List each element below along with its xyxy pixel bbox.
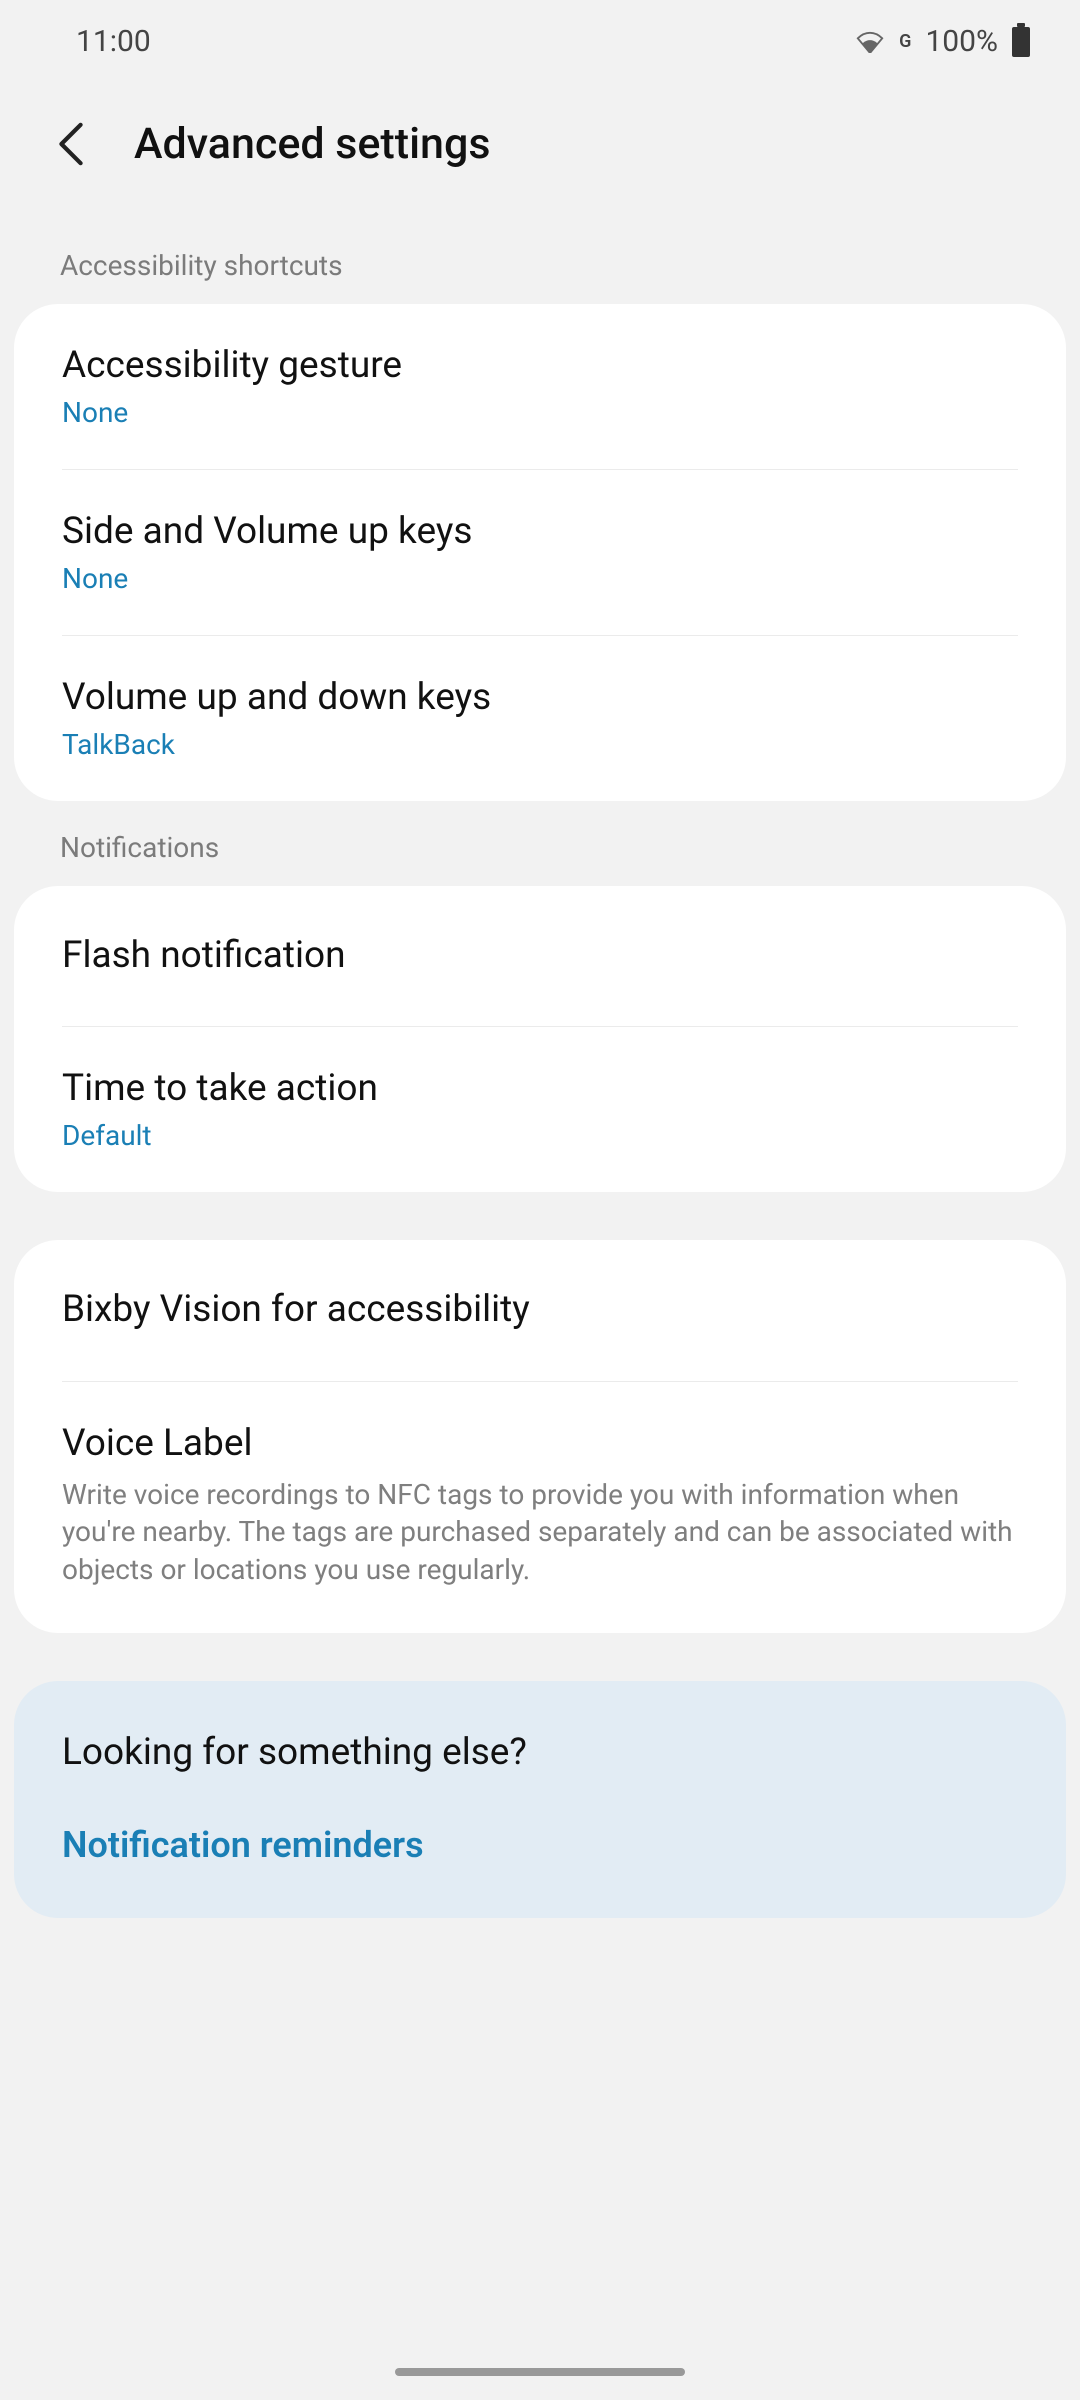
status-bar: 11:00 G 100%: [0, 0, 1080, 79]
item-time-to-take-action[interactable]: Time to take action Default: [14, 1027, 1066, 1192]
item-title: Voice Label: [62, 1420, 1018, 1468]
card-notifications: Flash notification Time to take action D…: [14, 886, 1066, 1192]
card-footer: Looking for something else? Notification…: [14, 1681, 1066, 1918]
item-accessibility-gesture[interactable]: Accessibility gesture None: [62, 304, 1018, 470]
status-right: G 100%: [855, 24, 1030, 59]
item-voice-label[interactable]: Voice Label Write voice recordings to NF…: [14, 1382, 1066, 1633]
footer-link-notification-reminders[interactable]: Notification reminders: [14, 1794, 1066, 1918]
network-label: G: [899, 31, 911, 52]
battery-icon: [1012, 27, 1030, 57]
battery-text: 100%: [925, 24, 998, 59]
back-icon[interactable]: [56, 120, 86, 168]
nav-gesture-pill[interactable]: [395, 2368, 685, 2376]
item-flash-notification[interactable]: Flash notification: [62, 886, 1018, 1027]
item-side-volume-keys[interactable]: Side and Volume up keys None: [62, 470, 1018, 636]
page-title: Advanced settings: [134, 119, 490, 169]
item-title: Side and Volume up keys: [62, 508, 1018, 556]
item-title: Time to take action: [62, 1065, 1018, 1113]
wifi-icon: [855, 31, 885, 53]
item-description: Write voice recordings to NFC tags to pr…: [62, 1476, 1018, 1589]
item-value: None: [62, 562, 1018, 595]
card-shortcuts: Accessibility gesture None Side and Volu…: [14, 304, 1066, 801]
app-bar: Advanced settings: [0, 79, 1080, 219]
item-title: Accessibility gesture: [62, 342, 1018, 390]
item-volume-up-down-keys[interactable]: Volume up and down keys TalkBack: [14, 636, 1066, 801]
item-title: Flash notification: [62, 932, 1018, 980]
section-header-shortcuts: Accessibility shortcuts: [0, 219, 1080, 304]
status-time: 11:00: [76, 24, 151, 59]
card-other: Bixby Vision for accessibility Voice Lab…: [14, 1240, 1066, 1633]
item-value: Default: [62, 1119, 1018, 1152]
item-title: Volume up and down keys: [62, 674, 1018, 722]
footer-title: Looking for something else?: [14, 1681, 1066, 1794]
item-bixby-vision[interactable]: Bixby Vision for accessibility: [62, 1240, 1018, 1381]
item-title: Bixby Vision for accessibility: [62, 1286, 1018, 1334]
item-value: TalkBack: [62, 728, 1018, 761]
item-value: None: [62, 396, 1018, 429]
section-header-notifications: Notifications: [0, 801, 1080, 886]
